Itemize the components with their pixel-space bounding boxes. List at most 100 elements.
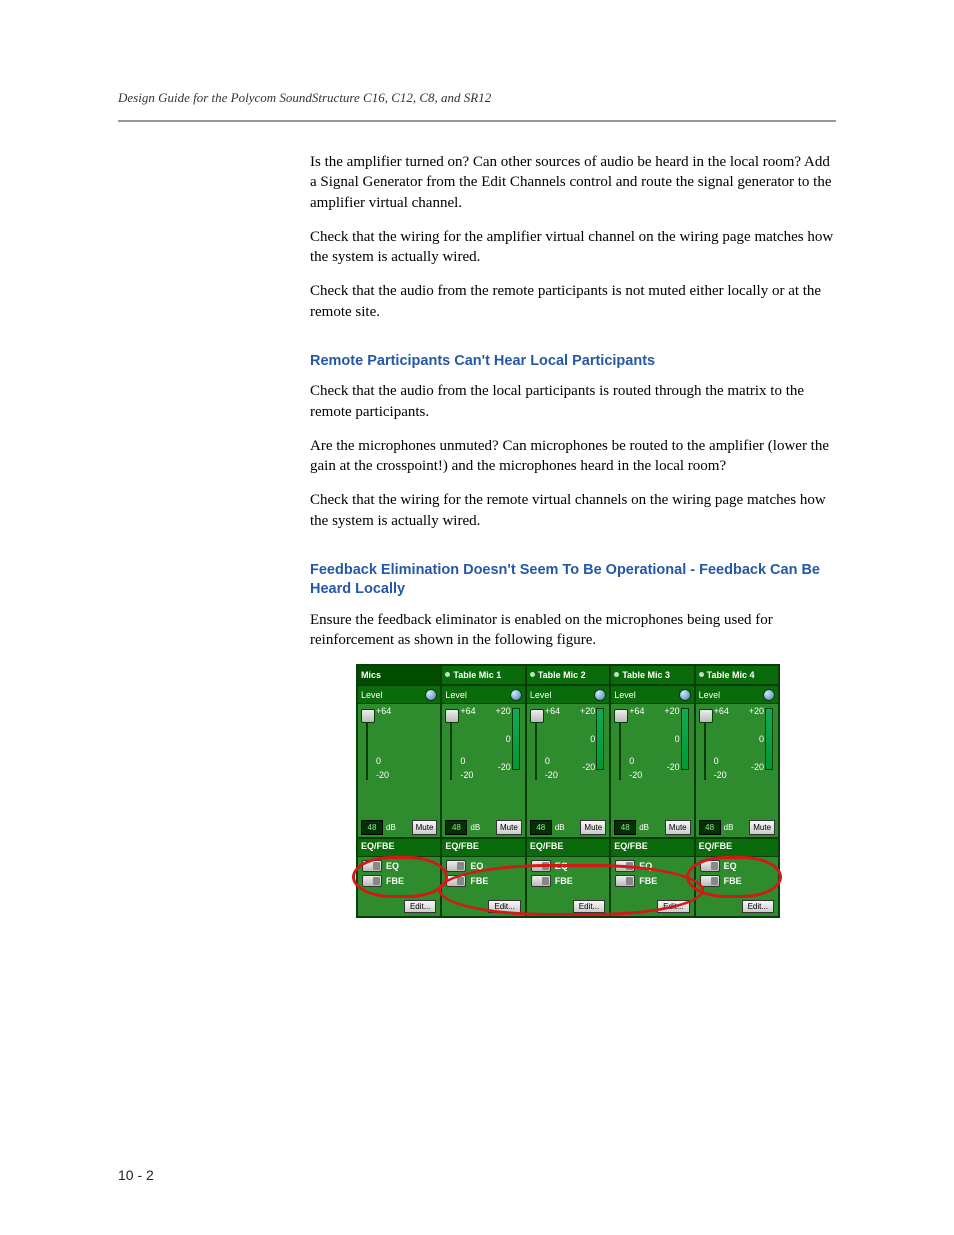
eq-toggle[interactable] xyxy=(700,860,720,872)
eq-toggle-label: EQ xyxy=(639,861,652,871)
dot-icon xyxy=(530,672,535,677)
paragraph: Check that the wiring for the amplifier … xyxy=(310,227,840,268)
fbe-toggle[interactable] xyxy=(700,875,720,887)
dot-icon xyxy=(614,672,619,677)
unit-label: dB xyxy=(724,823,734,832)
meter-scale: -20 xyxy=(582,762,595,772)
expand-icon[interactable] xyxy=(594,689,606,701)
edit-button[interactable]: Edit... xyxy=(657,900,689,913)
running-head: Design Guide for the Polycom SoundStruct… xyxy=(118,90,836,106)
fbe-toggle[interactable] xyxy=(615,875,635,887)
eq-toggle[interactable] xyxy=(446,860,466,872)
fader-thumb[interactable] xyxy=(361,709,375,723)
level-header[interactable]: Level xyxy=(358,686,440,704)
gain-value[interactable]: 48 xyxy=(530,820,552,835)
gain-value[interactable]: 48 xyxy=(699,820,721,835)
level-header[interactable]: Level xyxy=(527,686,609,704)
eq-toggle[interactable] xyxy=(615,860,635,872)
scale-label: -20 xyxy=(545,770,558,780)
dot-icon xyxy=(445,672,450,677)
section-heading-remote: Remote Participants Can't Hear Local Par… xyxy=(310,352,840,372)
expand-icon[interactable] xyxy=(425,689,437,701)
eq-toggle[interactable] xyxy=(531,860,551,872)
level-header[interactable]: Level xyxy=(696,686,778,704)
level-meter xyxy=(512,708,520,770)
mute-button[interactable]: Mute xyxy=(412,820,438,835)
dot-icon xyxy=(699,672,704,677)
scale-label: -20 xyxy=(460,770,473,780)
fader-thumb[interactable] xyxy=(699,709,713,723)
scale-label: 0 xyxy=(376,756,381,766)
fader-area: +64 0 -20 +20 0 -20 xyxy=(611,704,693,818)
scale-label: -20 xyxy=(376,770,389,780)
level-label: Level xyxy=(614,690,636,700)
channel-strip-mics: Mics Level +64 0 -20 48 dB Mute EQ/FBE xyxy=(358,666,440,916)
scale-label: -20 xyxy=(714,770,727,780)
edit-button[interactable]: Edit... xyxy=(742,900,774,913)
channel-strip-mic2: Table Mic 2 Level +64 0 -20 +20 0 -20 48… xyxy=(525,666,609,916)
eq-header: EQ/FBE xyxy=(527,837,609,857)
gain-value[interactable]: 48 xyxy=(361,820,383,835)
fader-thumb[interactable] xyxy=(445,709,459,723)
level-header[interactable]: Level xyxy=(611,686,693,704)
mute-button[interactable]: Mute xyxy=(580,820,606,835)
meter-scale: -20 xyxy=(667,762,680,772)
fader-thumb[interactable] xyxy=(614,709,628,723)
unit-label: dB xyxy=(386,823,396,832)
level-meter xyxy=(596,708,604,770)
edit-button[interactable]: Edit... xyxy=(573,900,605,913)
meter-scale: -20 xyxy=(498,762,511,772)
paragraph: Check that the audio from the remote par… xyxy=(310,281,840,322)
eq-toggle-label: EQ xyxy=(386,861,399,871)
meter-scale: 0 xyxy=(590,734,595,744)
mute-button[interactable]: Mute xyxy=(749,820,775,835)
gain-value[interactable]: 48 xyxy=(445,820,467,835)
level-label: Level xyxy=(361,690,383,700)
expand-icon[interactable] xyxy=(763,689,775,701)
channel-title-text: Table Mic 2 xyxy=(538,670,586,680)
eq-toggle-label: EQ xyxy=(724,861,737,871)
eq-body: EQ FBE Edit... xyxy=(358,857,440,916)
channel-strip-mic4: Table Mic 4 Level +64 0 -20 +20 0 -20 48… xyxy=(694,666,778,916)
fbe-toggle-label: FBE xyxy=(724,876,742,886)
level-label: Level xyxy=(530,690,552,700)
scale-label: 0 xyxy=(629,756,634,766)
meter-scale: +20 xyxy=(749,706,764,716)
scale-label: 0 xyxy=(714,756,719,766)
mute-button[interactable]: Mute xyxy=(496,820,522,835)
level-header[interactable]: Level xyxy=(442,686,524,704)
expand-icon[interactable] xyxy=(679,689,691,701)
scale-label: 0 xyxy=(460,756,465,766)
fbe-toggle[interactable] xyxy=(446,875,466,887)
meter-scale: +20 xyxy=(496,706,511,716)
gain-value[interactable]: 48 xyxy=(614,820,636,835)
expand-icon[interactable] xyxy=(510,689,522,701)
fbe-toggle-label: FBE xyxy=(639,876,657,886)
paragraph: Ensure the feedback eliminator is enable… xyxy=(310,610,840,651)
channel-title: Table Mic 3 xyxy=(611,666,693,686)
scale-label: 0 xyxy=(545,756,550,766)
channel-title: Table Mic 2 xyxy=(527,666,609,686)
channel-footer: 48 dB Mute xyxy=(358,818,440,837)
eq-header: EQ/FBE xyxy=(611,837,693,857)
eq-body: EQ FBE Edit... xyxy=(696,857,778,916)
channel-strip-mic3: Table Mic 3 Level +64 0 -20 +20 0 -20 48… xyxy=(609,666,693,916)
fbe-toggle[interactable] xyxy=(362,875,382,887)
edit-button[interactable]: Edit... xyxy=(404,900,436,913)
mute-button[interactable]: Mute xyxy=(665,820,691,835)
channel-title-text: Table Mic 4 xyxy=(707,670,755,680)
fbe-toggle-label: FBE xyxy=(470,876,488,886)
fader-area: +64 0 -20 +20 0 -20 xyxy=(442,704,524,818)
fbe-toggle[interactable] xyxy=(531,875,551,887)
eq-header: EQ/FBE xyxy=(358,837,440,857)
unit-label: dB xyxy=(555,823,565,832)
level-label: Level xyxy=(699,690,721,700)
meter-scale: -20 xyxy=(751,762,764,772)
scale-label: +64 xyxy=(376,706,391,716)
fader-thumb[interactable] xyxy=(530,709,544,723)
fbe-toggle-row: FBE xyxy=(362,875,436,887)
edit-button[interactable]: Edit... xyxy=(488,900,520,913)
eq-toggle[interactable] xyxy=(362,860,382,872)
scale-label: +64 xyxy=(460,706,475,716)
meter-scale: 0 xyxy=(759,734,764,744)
